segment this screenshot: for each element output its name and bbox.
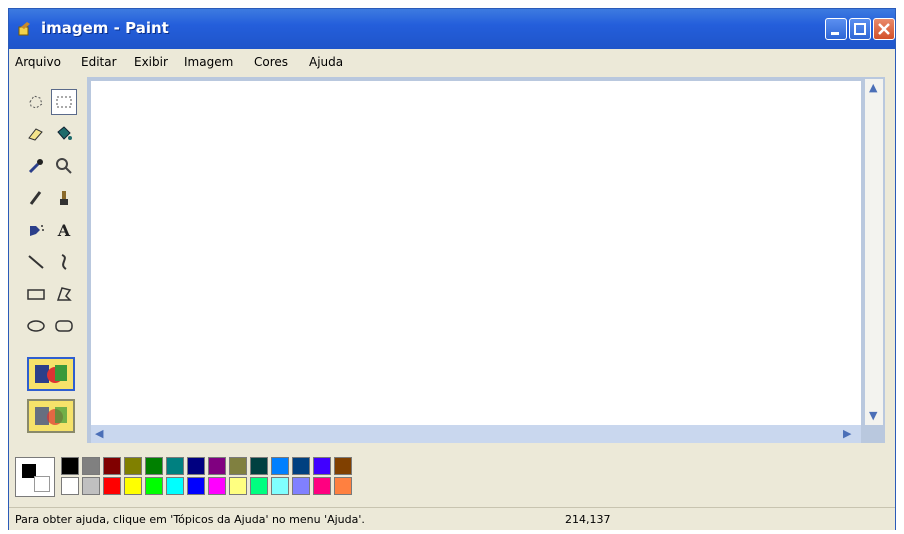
tool-airbrush[interactable] [23, 217, 49, 243]
tool-fill[interactable] [51, 121, 77, 147]
palette-swatch[interactable] [103, 477, 121, 495]
canvas-area: ▲ ▼ ◀ ▶ [87, 77, 885, 443]
rectangle-icon [27, 289, 45, 300]
palette-swatch[interactable] [229, 477, 247, 495]
palette-swatch[interactable] [208, 457, 226, 475]
fill-bucket-icon [57, 126, 72, 140]
shapes-option-icon [35, 407, 67, 425]
eraser-icon [28, 128, 43, 141]
tool-eraser[interactable] [23, 121, 49, 147]
rect-select-icon [56, 96, 72, 108]
palette-swatch[interactable] [166, 477, 184, 495]
palette-swatch[interactable] [145, 457, 163, 475]
horizontal-scrollbar[interactable]: ◀ ▶ [91, 425, 861, 443]
tool-line[interactable] [23, 249, 49, 275]
line-icon [28, 255, 44, 269]
palette-swatch[interactable] [124, 477, 142, 495]
palette-swatch[interactable] [271, 477, 289, 495]
close-button[interactable] [873, 18, 895, 40]
tool-rounded-rect[interactable] [51, 313, 77, 339]
palette-swatch[interactable] [208, 477, 226, 495]
palette-swatch[interactable] [229, 457, 247, 475]
maximize-icon [854, 23, 866, 35]
ellipse-icon [27, 320, 45, 332]
background-color[interactable] [34, 476, 50, 492]
palette-swatch[interactable] [292, 477, 310, 495]
tool-curve[interactable] [51, 249, 77, 275]
palette-swatch[interactable] [145, 477, 163, 495]
minimize-icon [831, 32, 839, 35]
title-bar[interactable]: imagem - Paint [9, 9, 895, 49]
palette-swatch[interactable] [61, 477, 79, 495]
palette-swatch[interactable] [124, 457, 142, 475]
menu-imagem[interactable]: Imagem [184, 55, 233, 69]
palette-swatch[interactable] [82, 457, 100, 475]
tool-ellipse[interactable] [23, 313, 49, 339]
tool-magnifier[interactable] [51, 153, 77, 179]
color-palette [9, 449, 895, 507]
shapes-option-icon [35, 365, 67, 383]
tool-text[interactable]: A [51, 217, 77, 243]
curve-icon [61, 254, 67, 270]
vertical-scrollbar[interactable]: ▲ ▼ [865, 79, 883, 425]
airbrush-icon [30, 225, 44, 236]
tool-free-select[interactable] [23, 89, 49, 115]
status-bar: Para obter ajuda, clique em 'Tópicos da … [9, 507, 895, 530]
menu-cores[interactable]: Cores [254, 55, 288, 69]
tool-option-opaque[interactable] [27, 357, 75, 391]
paint-app-icon [18, 22, 30, 36]
polygon-icon [56, 287, 72, 301]
palette-swatch[interactable] [187, 477, 205, 495]
menu-bar: Arquivo Editar Exibir Imagem Cores Ajuda [9, 49, 895, 75]
current-colors[interactable] [15, 457, 55, 497]
tool-polygon[interactable] [51, 281, 77, 307]
scroll-up-icon[interactable]: ▲ [869, 81, 877, 94]
tool-rect-select[interactable] [51, 89, 77, 115]
scroll-right-icon[interactable]: ▶ [843, 427, 851, 440]
tool-brush[interactable] [51, 185, 77, 211]
palette-swatch[interactable] [166, 457, 184, 475]
text-icon: A [57, 220, 71, 240]
menu-arquivo[interactable]: Arquivo [15, 55, 61, 69]
toolbox: A [17, 81, 83, 433]
scroll-left-icon[interactable]: ◀ [95, 427, 103, 440]
drawing-canvas[interactable] [91, 81, 861, 425]
tool-rectangle[interactable] [23, 281, 49, 307]
pencil-icon [29, 191, 42, 205]
magnifier-icon [56, 158, 72, 174]
maximize-button[interactable] [849, 18, 871, 40]
status-help-text: Para obter ajuda, clique em 'Tópicos da … [15, 513, 365, 526]
free-select-icon [29, 95, 43, 109]
paint-window: imagem - Paint Arquivo Editar Exibir Ima… [8, 8, 896, 530]
tool-pencil[interactable] [23, 185, 49, 211]
brush-icon [60, 191, 68, 205]
tool-color-picker[interactable] [23, 153, 49, 179]
menu-editar[interactable]: Editar [81, 55, 117, 69]
menu-ajuda[interactable]: Ajuda [309, 55, 343, 69]
palette-swatch[interactable] [313, 477, 331, 495]
minimize-button[interactable] [825, 18, 847, 40]
menu-exibir[interactable]: Exibir [134, 55, 168, 69]
palette-swatch[interactable] [313, 457, 331, 475]
palette-swatch[interactable] [61, 457, 79, 475]
window-title: imagem - Paint [41, 19, 169, 37]
palette-swatch[interactable] [334, 477, 352, 495]
palette-swatch[interactable] [334, 457, 352, 475]
status-coordinates: 214,137 [565, 513, 611, 526]
palette-swatch[interactable] [103, 457, 121, 475]
close-icon [878, 23, 890, 35]
palette-swatch[interactable] [250, 457, 268, 475]
rounded-rect-icon [55, 320, 73, 332]
palette-swatch[interactable] [187, 457, 205, 475]
scroll-down-icon[interactable]: ▼ [869, 409, 877, 422]
palette-swatch[interactable] [82, 477, 100, 495]
palette-swatch[interactable] [250, 477, 268, 495]
tool-option-transparent[interactable] [27, 399, 75, 433]
palette-swatch[interactable] [292, 457, 310, 475]
color-picker-icon [28, 159, 43, 174]
palette-swatch[interactable] [271, 457, 289, 475]
